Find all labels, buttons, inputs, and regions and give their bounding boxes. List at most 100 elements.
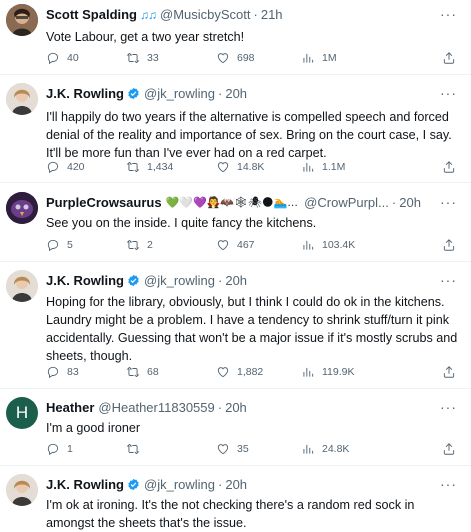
reply-icon: [47, 239, 59, 252]
tweet[interactable]: H Heather @Heather11830559 · 20h ··· I'm…: [0, 389, 471, 465]
separator-dot: ·: [218, 477, 223, 492]
view-count: 1M: [322, 52, 337, 64]
views-button[interactable]: 119.9K: [301, 365, 355, 379]
separator-dot: ·: [391, 195, 397, 210]
avatar[interactable]: [6, 192, 38, 224]
timestamp[interactable]: 20h: [225, 273, 247, 288]
retweet-button[interactable]: 68: [126, 365, 159, 379]
like-button[interactable]: 35: [216, 442, 249, 456]
reply-button[interactable]: 1: [46, 442, 73, 456]
reply-icon: [47, 52, 59, 65]
separator-dot: ·: [217, 400, 223, 415]
retweet-count: 68: [147, 366, 159, 378]
tweet[interactable]: PurpleCrowsaurus 💚🤍💜🧛🦇🕸🕷🌑🏊… @CrowPurpl..…: [0, 183, 471, 261]
retweet-count: 1,434: [147, 161, 174, 173]
views-button[interactable]: 1.1M: [301, 160, 345, 174]
author-name[interactable]: PurpleCrowsaurus: [46, 195, 162, 210]
retweet-button[interactable]: 2: [126, 238, 153, 252]
tweet-text: Vote Labour, get a two year stretch!: [46, 30, 245, 44]
views-button[interactable]: 103.4K: [301, 238, 355, 252]
author-name[interactable]: J.K. Rowling: [46, 86, 124, 101]
share-icon: [443, 161, 455, 173]
more-icon[interactable]: ···: [440, 85, 457, 101]
views-icon: [303, 367, 314, 377]
timestamp[interactable]: 20h: [225, 400, 247, 415]
more-icon[interactable]: ···: [440, 194, 457, 210]
verified-badge-icon: [128, 274, 139, 287]
reply-button[interactable]: 83: [46, 365, 79, 379]
author-name[interactable]: Scott Spalding: [46, 7, 137, 22]
timestamp[interactable]: 20h: [225, 477, 247, 492]
share-button[interactable]: [442, 442, 456, 456]
avatar[interactable]: [6, 83, 38, 115]
views-icon: [303, 162, 314, 172]
share-icon: [443, 366, 455, 378]
author-handle[interactable]: @Heather11830559: [98, 400, 214, 415]
views-button[interactable]: 1M: [301, 51, 337, 65]
tweet-text: I'm a good ironer: [46, 421, 141, 435]
retweet-count: 2: [147, 239, 153, 251]
reply-button[interactable]: 420: [46, 160, 85, 174]
like-button[interactable]: 467: [216, 238, 255, 252]
avatar[interactable]: [6, 4, 38, 36]
reply-count: 40: [67, 52, 79, 64]
retweet-count: 33: [147, 52, 159, 64]
like-button[interactable]: 14.8K: [216, 160, 264, 174]
retweet-icon: [126, 53, 140, 63]
like-count: 14.8K: [237, 161, 265, 173]
verified-badge-icon: [128, 478, 139, 491]
share-button[interactable]: [442, 51, 456, 65]
view-count: 103.4K: [322, 239, 356, 251]
tweet[interactable]: J.K. Rowling @jk_rowling · 20h ··· I'm o…: [0, 466, 471, 531]
author-handle[interactable]: @jk_rowling: [144, 86, 215, 101]
tweet[interactable]: Scott Spalding ♫♫ @MusicbyScott · 21h ··…: [0, 0, 471, 74]
more-icon[interactable]: ···: [440, 6, 457, 22]
like-icon: [217, 240, 229, 251]
more-icon[interactable]: ···: [440, 399, 457, 415]
retweet-button[interactable]: 1,434: [126, 160, 173, 174]
author-name[interactable]: J.K. Rowling: [46, 477, 124, 492]
share-button[interactable]: [442, 365, 456, 379]
more-icon[interactable]: ···: [440, 272, 457, 288]
reply-button[interactable]: 40: [46, 51, 79, 65]
views-button[interactable]: 24.8K: [301, 442, 349, 456]
tweet-text: I'm ok at ironing. It's the not checking…: [46, 498, 415, 530]
author-name[interactable]: Heather: [46, 400, 94, 415]
timestamp[interactable]: 21h: [261, 7, 283, 22]
reply-icon: [47, 443, 59, 456]
reply-count: 83: [67, 366, 79, 378]
view-count: 1.1M: [322, 161, 346, 173]
share-button[interactable]: [442, 160, 456, 174]
avatar[interactable]: H: [6, 397, 38, 429]
share-icon: [443, 239, 455, 251]
like-button[interactable]: 698: [216, 51, 255, 65]
retweet-icon: [126, 162, 140, 172]
retweet-button[interactable]: 33: [126, 51, 159, 65]
separator-dot: ·: [218, 273, 223, 288]
author-handle[interactable]: @jk_rowling: [144, 477, 215, 492]
author-handle[interactable]: @CrowPurpl...: [304, 195, 389, 210]
author-handle[interactable]: @jk_rowling: [144, 273, 215, 288]
like-count: 1,882: [237, 366, 264, 378]
tweet[interactable]: J.K. Rowling @jk_rowling · 20h ··· Hopin…: [0, 262, 471, 388]
tweet-text: I'll happily do two years if the alterna…: [46, 110, 452, 160]
retweet-button[interactable]: [126, 442, 147, 456]
verified-badge-icon: [128, 87, 139, 100]
reply-button[interactable]: 5: [46, 238, 73, 252]
tweet[interactable]: J.K. Rowling @jk_rowling · 20h ··· I'll …: [0, 75, 471, 182]
reply-count: 5: [67, 239, 73, 251]
separator-dot: ·: [253, 7, 258, 22]
like-icon: [217, 162, 229, 173]
share-button[interactable]: [442, 238, 456, 252]
tweet-text: See you on the inside. I quite fancy the…: [46, 216, 317, 230]
like-button[interactable]: 1,882: [216, 365, 263, 379]
author-handle[interactable]: @MusicbyScott: [160, 7, 251, 22]
author-name[interactable]: J.K. Rowling: [46, 273, 124, 288]
avatar[interactable]: [6, 270, 38, 302]
retweet-icon: [126, 240, 140, 250]
avatar[interactable]: [6, 474, 38, 506]
view-count: 119.9K: [322, 366, 355, 378]
timestamp[interactable]: 20h: [225, 86, 247, 101]
more-icon[interactable]: ···: [440, 476, 457, 492]
timestamp[interactable]: 20h: [399, 195, 421, 210]
